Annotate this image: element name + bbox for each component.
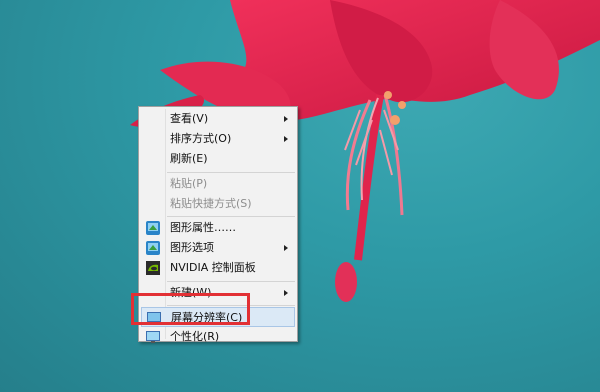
menu-item-label: 图形属性…… (170, 221, 236, 234)
menu-item-graphics-properties[interactable]: 图形属性…… (141, 218, 295, 238)
desktop-background[interactable] (0, 0, 600, 392)
submenu-arrow-icon (284, 116, 288, 122)
intel-graphics-icon (146, 241, 160, 255)
submenu-arrow-icon (284, 290, 288, 296)
menu-item-graphics-options[interactable]: 图形选项 (141, 238, 295, 258)
menu-item-paste: 粘贴(P) (141, 174, 295, 194)
flower-wallpaper-image (130, 0, 600, 302)
menu-item-label: 查看(V) (170, 112, 209, 125)
menu-item-label: 个性化(R) (170, 330, 220, 343)
menu-separator (167, 216, 295, 217)
menu-separator (167, 281, 295, 282)
menu-item-view[interactable]: 查看(V) (141, 109, 295, 129)
menu-item-sort-by[interactable]: 排序方式(O) (141, 129, 295, 149)
menu-item-nvidia-control-panel[interactable]: NVIDIA 控制面板 (141, 258, 295, 278)
personalize-icon (146, 331, 160, 343)
menu-separator (167, 172, 295, 173)
menu-item-label: 刷新(E) (170, 152, 208, 165)
annotation-highlight-box (131, 293, 250, 325)
menu-item-label: 粘贴(P) (170, 177, 208, 190)
menu-item-personalize[interactable]: 个性化(R) (141, 327, 295, 347)
menu-item-paste-shortcut: 粘贴快捷方式(S) (141, 194, 295, 214)
menu-item-label: 排序方式(O) (170, 132, 232, 145)
menu-item-label: NVIDIA 控制面板 (170, 261, 256, 274)
submenu-arrow-icon (284, 245, 288, 251)
intel-graphics-icon (146, 221, 160, 235)
nvidia-icon (146, 261, 160, 275)
menu-item-label: 图形选项 (170, 241, 214, 254)
submenu-arrow-icon (284, 136, 288, 142)
menu-item-label: 粘贴快捷方式(S) (170, 197, 252, 210)
menu-item-refresh[interactable]: 刷新(E) (141, 149, 295, 169)
